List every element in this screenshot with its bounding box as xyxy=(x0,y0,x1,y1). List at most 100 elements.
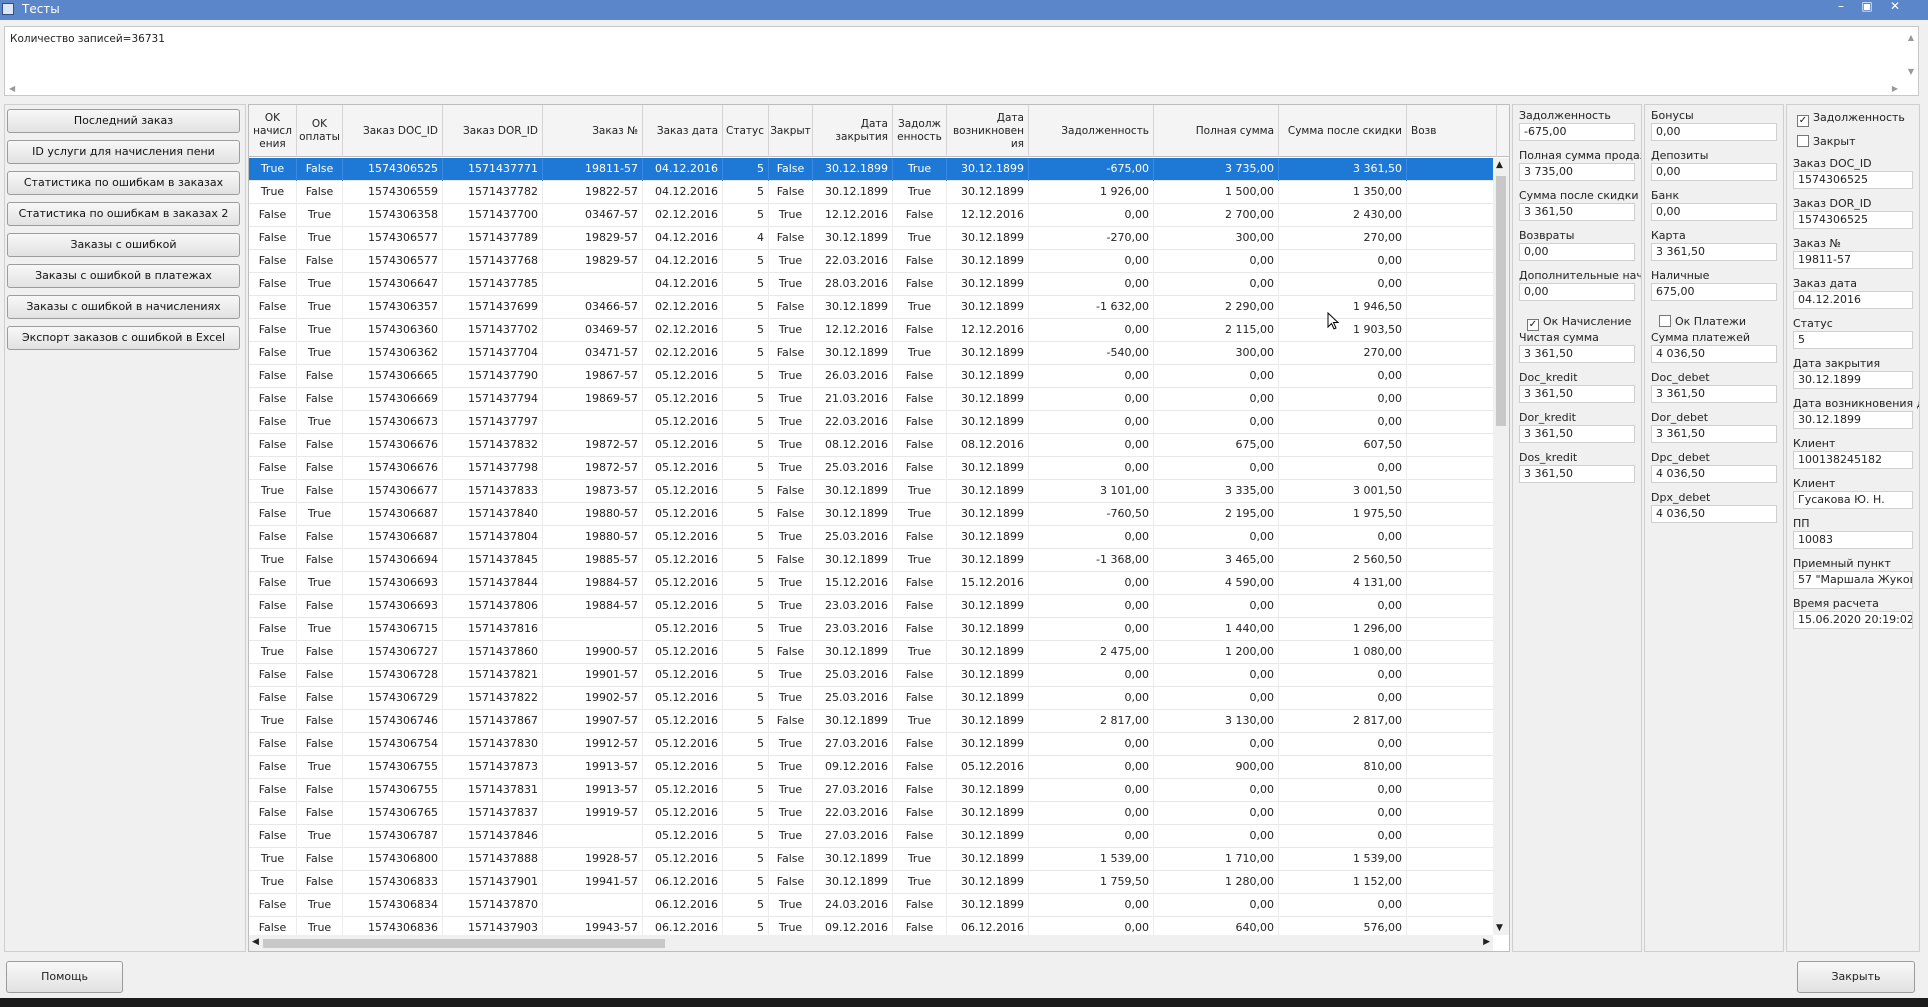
table-row[interactable]: False True 1574306362 1571437704 03471-57 02.… xyxy=(249,342,1493,365)
column-header[interactable]: Полная сумма xyxy=(1154,105,1279,157)
checkbox[interactable]: Ок Платежи xyxy=(1659,315,1746,328)
scroll-left-icon[interactable]: ◀ xyxy=(252,937,259,947)
table-row[interactable]: True False 1574306800 1571437888 19928-57 05.… xyxy=(249,848,1493,871)
field-value[interactable]: 1574306525 xyxy=(1793,171,1913,189)
left-action-button[interactable]: Заказы с ошибкой в начислениях xyxy=(7,295,240,319)
horizontal-scrollbar[interactable]: ◀ ▶ xyxy=(249,935,1493,951)
left-action-button[interactable]: ID услуги для начисления пени xyxy=(7,140,240,164)
table-row[interactable]: False True 1574306693 1571437844 19884-57 05.… xyxy=(249,572,1493,595)
table-row[interactable]: False False 1574306755 1571437831 19913-57 05… xyxy=(249,779,1493,802)
left-action-button[interactable]: Заказы с ошибкой в платежах xyxy=(7,264,240,288)
field-value[interactable]: 3 361,50 xyxy=(1519,465,1635,483)
field-value[interactable]: 0,00 xyxy=(1651,163,1777,181)
column-header[interactable]: Задолж енность xyxy=(893,105,947,157)
field-value[interactable]: 3 361,50 xyxy=(1519,385,1635,403)
column-header[interactable]: Задолженность xyxy=(1029,105,1154,157)
column-header[interactable]: Возв xyxy=(1407,105,1497,157)
table-row[interactable]: False True 1574306360 1571437702 03469-57 02.… xyxy=(249,319,1493,342)
column-header[interactable]: Статус xyxy=(723,105,769,157)
column-header[interactable]: Сумма после скидки xyxy=(1279,105,1407,157)
field-value[interactable]: 3 735,00 xyxy=(1519,163,1635,181)
field-value[interactable]: -675,00 xyxy=(1519,123,1635,141)
checkbox-checked-icon[interactable]: ✓ xyxy=(1527,319,1539,331)
close-button[interactable]: Закрыть xyxy=(1797,961,1915,993)
checkbox[interactable]: ✓ Задолженность xyxy=(1797,111,1905,127)
field-value[interactable]: 3 361,50 xyxy=(1651,425,1777,443)
checkbox[interactable]: Закрыт xyxy=(1797,135,1856,148)
table-row[interactable]: False False 1574306577 1571437768 19829-57 04… xyxy=(249,250,1493,273)
column-header[interactable]: Заказ DOR_ID xyxy=(443,105,543,157)
table-row[interactable]: False False 1574306665 1571437790 19867-57 05… xyxy=(249,365,1493,388)
field-value[interactable]: 4 036,50 xyxy=(1651,505,1777,523)
field-value[interactable]: 04.12.2016 xyxy=(1793,291,1913,309)
left-action-button[interactable]: Статистика по ошибкам в заказах 2 xyxy=(7,202,240,226)
table-row[interactable]: False False 1574306676 1571437798 19872-57 05… xyxy=(249,457,1493,480)
column-header[interactable]: Закрыт xyxy=(769,105,813,157)
table-row[interactable]: False False 1574306728 1571437821 19901-57 05… xyxy=(249,664,1493,687)
table-row[interactable]: False True 1574306687 1571437840 19880-57 05.… xyxy=(249,503,1493,526)
table-row[interactable]: False True 1574306755 1571437873 19913-57 05.… xyxy=(249,756,1493,779)
column-header[interactable]: OK начисл ения xyxy=(249,105,297,157)
table-row[interactable]: False False 1574306676 1571437832 19872-57 05… xyxy=(249,434,1493,457)
column-header[interactable]: Дата закрытия xyxy=(813,105,893,157)
field-value[interactable]: Гусакова Ю. Н. xyxy=(1793,491,1913,509)
scroll-thumb[interactable] xyxy=(263,939,665,948)
scroll-up-icon[interactable]: ▲ xyxy=(1496,160,1503,170)
checkbox-unchecked-icon[interactable] xyxy=(1797,135,1809,147)
column-header[interactable]: Заказ DOC_ID xyxy=(343,105,443,157)
column-header[interactable]: Заказ дата xyxy=(643,105,723,157)
table-row[interactable]: True False 1574306677 1571437833 19873-57 05.… xyxy=(249,480,1493,503)
field-value[interactable]: 675,00 xyxy=(1651,283,1777,301)
scroll-up-icon[interactable]: ▲ xyxy=(1908,33,1914,42)
checkbox[interactable]: ✓ Ок Начисление xyxy=(1527,315,1631,331)
column-header[interactable]: OK оплаты xyxy=(297,105,343,157)
table-row[interactable]: False False 1574306687 1571437804 19880-57 05… xyxy=(249,526,1493,549)
field-value[interactable]: 10083 xyxy=(1793,531,1913,549)
field-value[interactable]: 3 361,50 xyxy=(1651,243,1777,261)
table-row[interactable]: True False 1574306694 1571437845 19885-57 05.… xyxy=(249,549,1493,572)
scroll-down-icon[interactable]: ▼ xyxy=(1496,923,1503,933)
restore-icon[interactable]: ▣ xyxy=(1856,0,1878,14)
scroll-right-icon[interactable]: ▶ xyxy=(1892,84,1898,93)
left-action-button[interactable]: Заказы с ошибкой xyxy=(7,233,240,257)
field-value[interactable]: 15.06.2020 20:19:02 xyxy=(1793,611,1913,629)
table-row[interactable]: False True 1574306715 1571437816 05.12.2016 5… xyxy=(249,618,1493,641)
field-value[interactable]: 1574306525 xyxy=(1793,211,1913,229)
close-icon[interactable]: ✕ xyxy=(1884,0,1906,14)
column-header[interactable]: Дата возникновен ия xyxy=(947,105,1029,157)
table-row[interactable]: False False 1574306754 1571437830 19912-57 05… xyxy=(249,733,1493,756)
table-row[interactable]: True False 1574306746 1571437867 19907-57 05.… xyxy=(249,710,1493,733)
minimize-icon[interactable]: – xyxy=(1830,0,1852,14)
field-value[interactable]: 100138245182 xyxy=(1793,451,1913,469)
table-row[interactable]: False False 1574306669 1571437794 19869-57 05… xyxy=(249,388,1493,411)
help-button[interactable]: Помощь xyxy=(6,961,123,993)
checkbox-checked-icon[interactable]: ✓ xyxy=(1797,115,1809,127)
table-row[interactable]: False True 1574306357 1571437699 03466-57 02.… xyxy=(249,296,1493,319)
table-row[interactable]: False True 1574306577 1571437789 19829-57 04.… xyxy=(249,227,1493,250)
field-value[interactable]: 19811-57 xyxy=(1793,251,1913,269)
field-value[interactable]: 0,00 xyxy=(1519,243,1635,261)
table-row[interactable]: False False 1574306693 1571437806 19884-57 05… xyxy=(249,595,1493,618)
table-row[interactable]: False True 1574306673 1571437797 05.12.2016 5… xyxy=(249,411,1493,434)
left-action-button[interactable]: Статистика по ошибкам в заказах xyxy=(7,171,240,195)
table-row[interactable]: False True 1574306787 1571437846 05.12.2016 5… xyxy=(249,825,1493,848)
scroll-down-icon[interactable]: ▼ xyxy=(1908,67,1914,76)
field-value[interactable]: 57 "Маршала Жукова" xyxy=(1793,571,1913,589)
checkbox-unchecked-icon[interactable] xyxy=(1659,315,1671,327)
field-value[interactable]: 3 361,50 xyxy=(1519,345,1635,363)
scroll-right-icon[interactable]: ▶ xyxy=(1483,937,1490,947)
field-value[interactable]: 3 361,50 xyxy=(1519,425,1635,443)
field-value[interactable]: 3 361,50 xyxy=(1651,385,1777,403)
vertical-scrollbar[interactable]: ▲ ▼ xyxy=(1493,158,1509,935)
grid-body[interactable]: True False 1574306525 1571437771 19811-57 04.… xyxy=(249,158,1493,935)
field-value[interactable]: 30.12.1899 xyxy=(1793,411,1913,429)
table-row[interactable]: True False 1574306525 1571437771 19811-57 04.… xyxy=(249,158,1493,181)
left-action-button[interactable]: Последний заказ xyxy=(7,109,240,133)
log-textarea[interactable]: Количество записей=36731 ▲ ▼ ◀ ▶ xyxy=(4,26,1919,96)
table-row[interactable]: False True 1574306647 1571437785 04.12.2016 5… xyxy=(249,273,1493,296)
field-value[interactable]: 5 xyxy=(1793,331,1913,349)
table-row[interactable]: True False 1574306727 1571437860 19900-57 05.… xyxy=(249,641,1493,664)
field-value[interactable]: 0,00 xyxy=(1651,203,1777,221)
table-row[interactable]: True False 1574306559 1571437782 19822-57 04.… xyxy=(249,181,1493,204)
table-row[interactable]: False False 1574306765 1571437837 19919-57 05… xyxy=(249,802,1493,825)
